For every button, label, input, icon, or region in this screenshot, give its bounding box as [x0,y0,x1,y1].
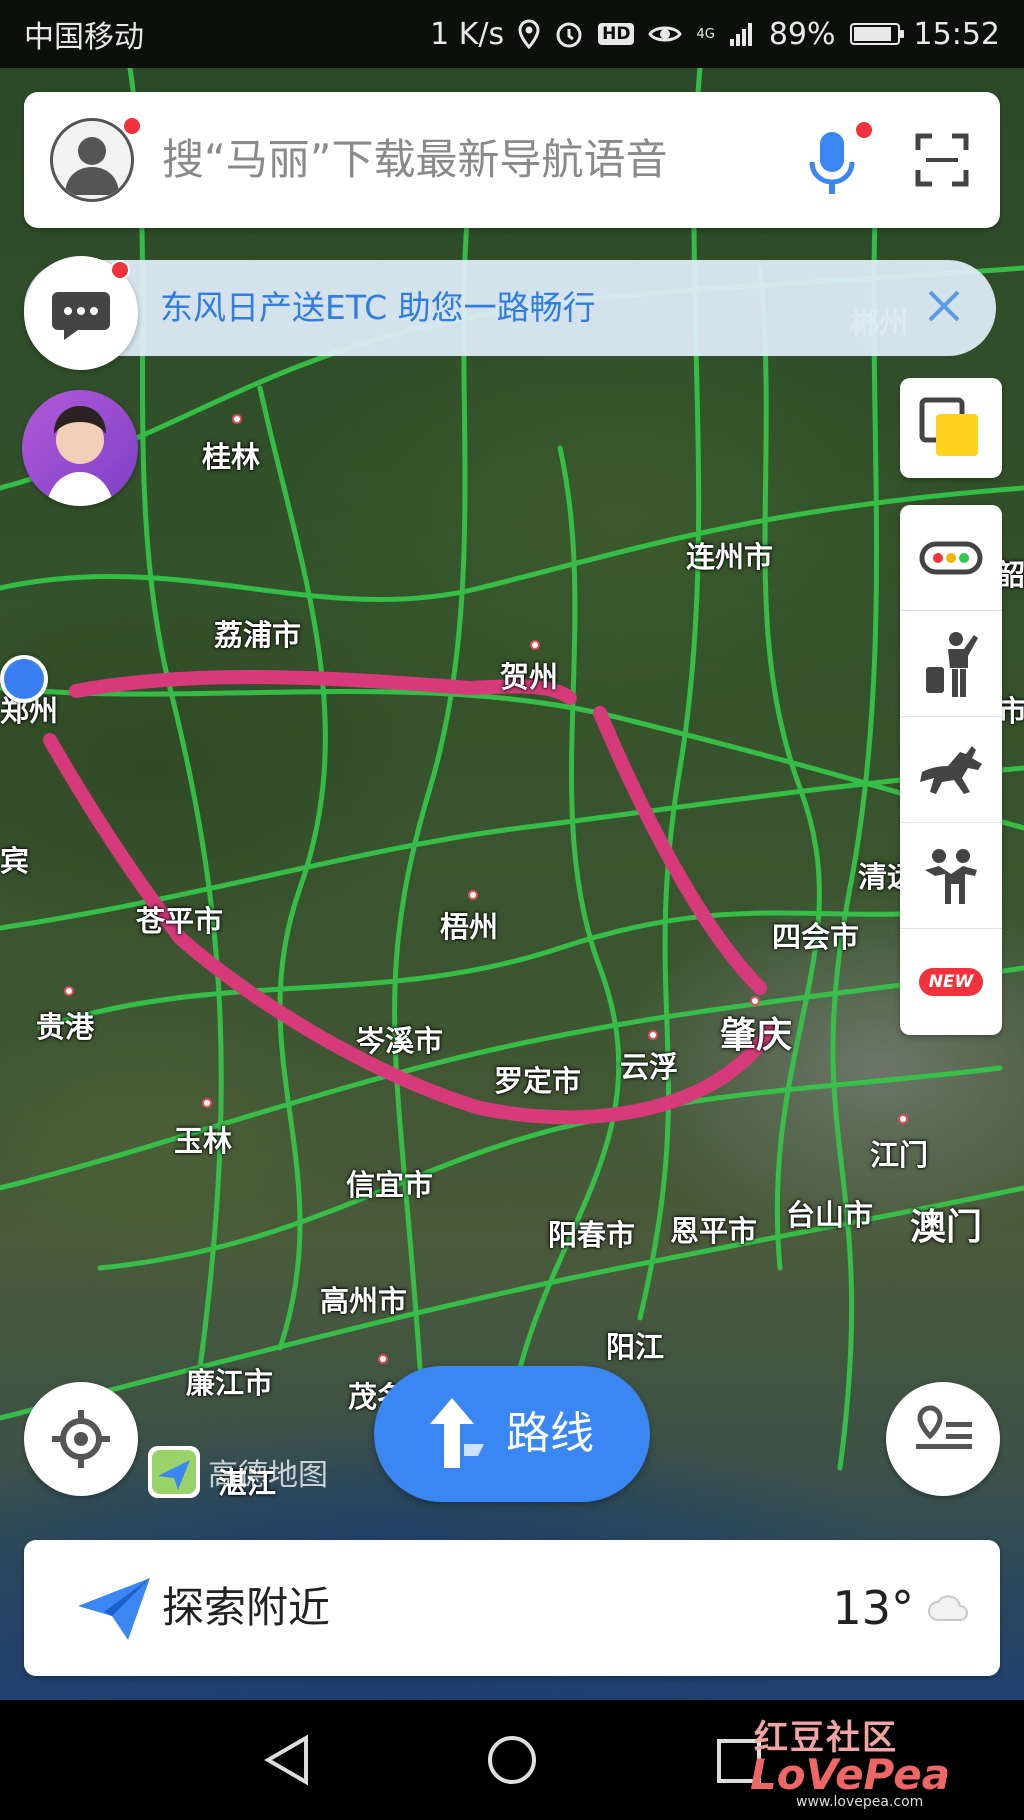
person-portrait-icon [46,406,114,506]
notification-dot [110,260,130,280]
city-dot [232,414,242,424]
city-label: 梧州 [440,910,499,944]
city-label: 贺州 [500,660,559,694]
search-input[interactable]: 搜“马丽”下载最新导航语音 [162,92,668,228]
taxi-button[interactable] [900,611,1002,717]
explore-nearby-label: 探索附近 [162,1583,331,1632]
logo-text: 高德地图 [208,1458,328,1493]
amap-logo: 高德地图 [148,1446,328,1498]
city-dot [468,890,478,900]
paper-plane-icon [78,1578,150,1640]
city-label: 玉林 [174,1124,233,1158]
city-label: 四会市 [772,920,860,954]
signal-icon [729,23,752,46]
crosshair-icon [52,1410,110,1468]
new-feature-button[interactable]: NEW [900,929,1002,1035]
voice-package-avatar[interactable] [22,390,138,506]
route-button[interactable]: 路线 [374,1366,650,1502]
city-label: 苍平市 [136,904,224,938]
promo-banner[interactable]: 东风日产送ETC 助您一路畅行 [24,256,996,370]
travel-button[interactable] [900,717,1002,823]
temperature: 13° [832,1581,914,1635]
city-label: 荔浦市 [214,618,302,652]
city-label: 阳春市 [548,1218,636,1252]
cloud-icon [928,1595,968,1621]
city-label: 廉江市 [186,1366,274,1400]
city-dot [750,996,760,1006]
current-location-marker [0,655,48,703]
city-label: 岑溪市 [356,1024,444,1058]
people-icon [925,848,977,904]
traffic-icon [919,541,983,574]
city-label: 台山市 [786,1198,874,1232]
network-speed: 1 K/s [430,16,505,52]
close-icon[interactable] [924,286,964,326]
back-icon[interactable] [262,1734,312,1786]
map-tools-panel: NEW [900,505,1002,1035]
notification-dot [854,120,874,140]
status-icons: 1 K/s HD 4G 89% 15:52 [430,17,1000,52]
layers-icon [919,397,978,456]
user-avatar-button[interactable] [50,118,134,202]
city-label: 罗定市 [494,1064,582,1098]
home-icon[interactable] [486,1734,538,1786]
city-dot [898,1114,908,1124]
status-bar: 中国移动 1 K/s HD 4G 89% 15:52 [0,0,1024,68]
route-arrow-icon [430,1398,484,1468]
route-label: 路线 [506,1408,594,1459]
city-dot [202,1098,212,1108]
amap-logo-icon [148,1446,200,1498]
user-icon [65,137,119,195]
network-type: 4G [696,26,715,42]
city-label: 宾 [0,844,30,878]
city-label: 高州市 [320,1284,408,1318]
city-dot [530,640,540,650]
battery-percent: 89% [768,16,836,52]
watermark: 红豆社区 LoVePea www.lovepea.com [746,1700,1016,1810]
city-dot [378,1354,388,1364]
city-label: 桂林 [202,440,261,474]
alarm-icon [556,22,582,48]
watermark-brand: LoVePea [750,1750,951,1799]
city-label: 贵港 [36,1010,95,1044]
horse-icon [920,745,982,794]
clock: 15:52 [913,16,1000,52]
city-dot [648,1030,658,1040]
search-bar[interactable]: 搜“马丽”下载最新导航语音 [24,92,1000,228]
hail-taxi-icon [926,631,978,697]
city-label: 肇庆 [720,1015,793,1056]
locate-me-button[interactable] [24,1382,138,1496]
explore-nearby-panel[interactable]: 探索附近 13° [24,1540,1000,1676]
location-list-icon [916,1405,972,1449]
carrier-label: 中国移动 [24,20,144,55]
layers-button[interactable] [900,378,1002,478]
city-dot [64,986,74,996]
city-label: 江门 [870,1138,929,1172]
eye-icon [648,26,683,42]
screen: 中国移动 1 K/s HD 4G 89% 15:52 桂林 连州市 荔浦市 贺州… [0,0,1024,1820]
route-list-button[interactable] [886,1382,1000,1496]
watermark-url: www.lovepea.com [796,1794,924,1810]
city-label: 恩平市 [670,1214,758,1248]
city-label: 云浮 [620,1050,679,1084]
battery-icon [849,23,904,45]
companion-button[interactable] [900,823,1002,929]
microphone-icon[interactable] [802,128,862,198]
notification-dot [122,116,142,136]
new-badge: NEW [918,968,984,996]
scan-icon[interactable] [914,132,970,188]
location-icon [518,19,540,49]
city-label: 澳门 [910,1207,983,1248]
city-label: 信宜市 [346,1168,434,1202]
traffic-button[interactable] [900,505,1002,611]
city-label: 连州市 [686,540,774,574]
battery-fill [853,27,891,41]
hd-badge: HD [598,23,635,45]
banner-text: 东风日产送ETC 助您一路畅行 [160,288,596,327]
city-label: 阳江 [606,1330,665,1364]
